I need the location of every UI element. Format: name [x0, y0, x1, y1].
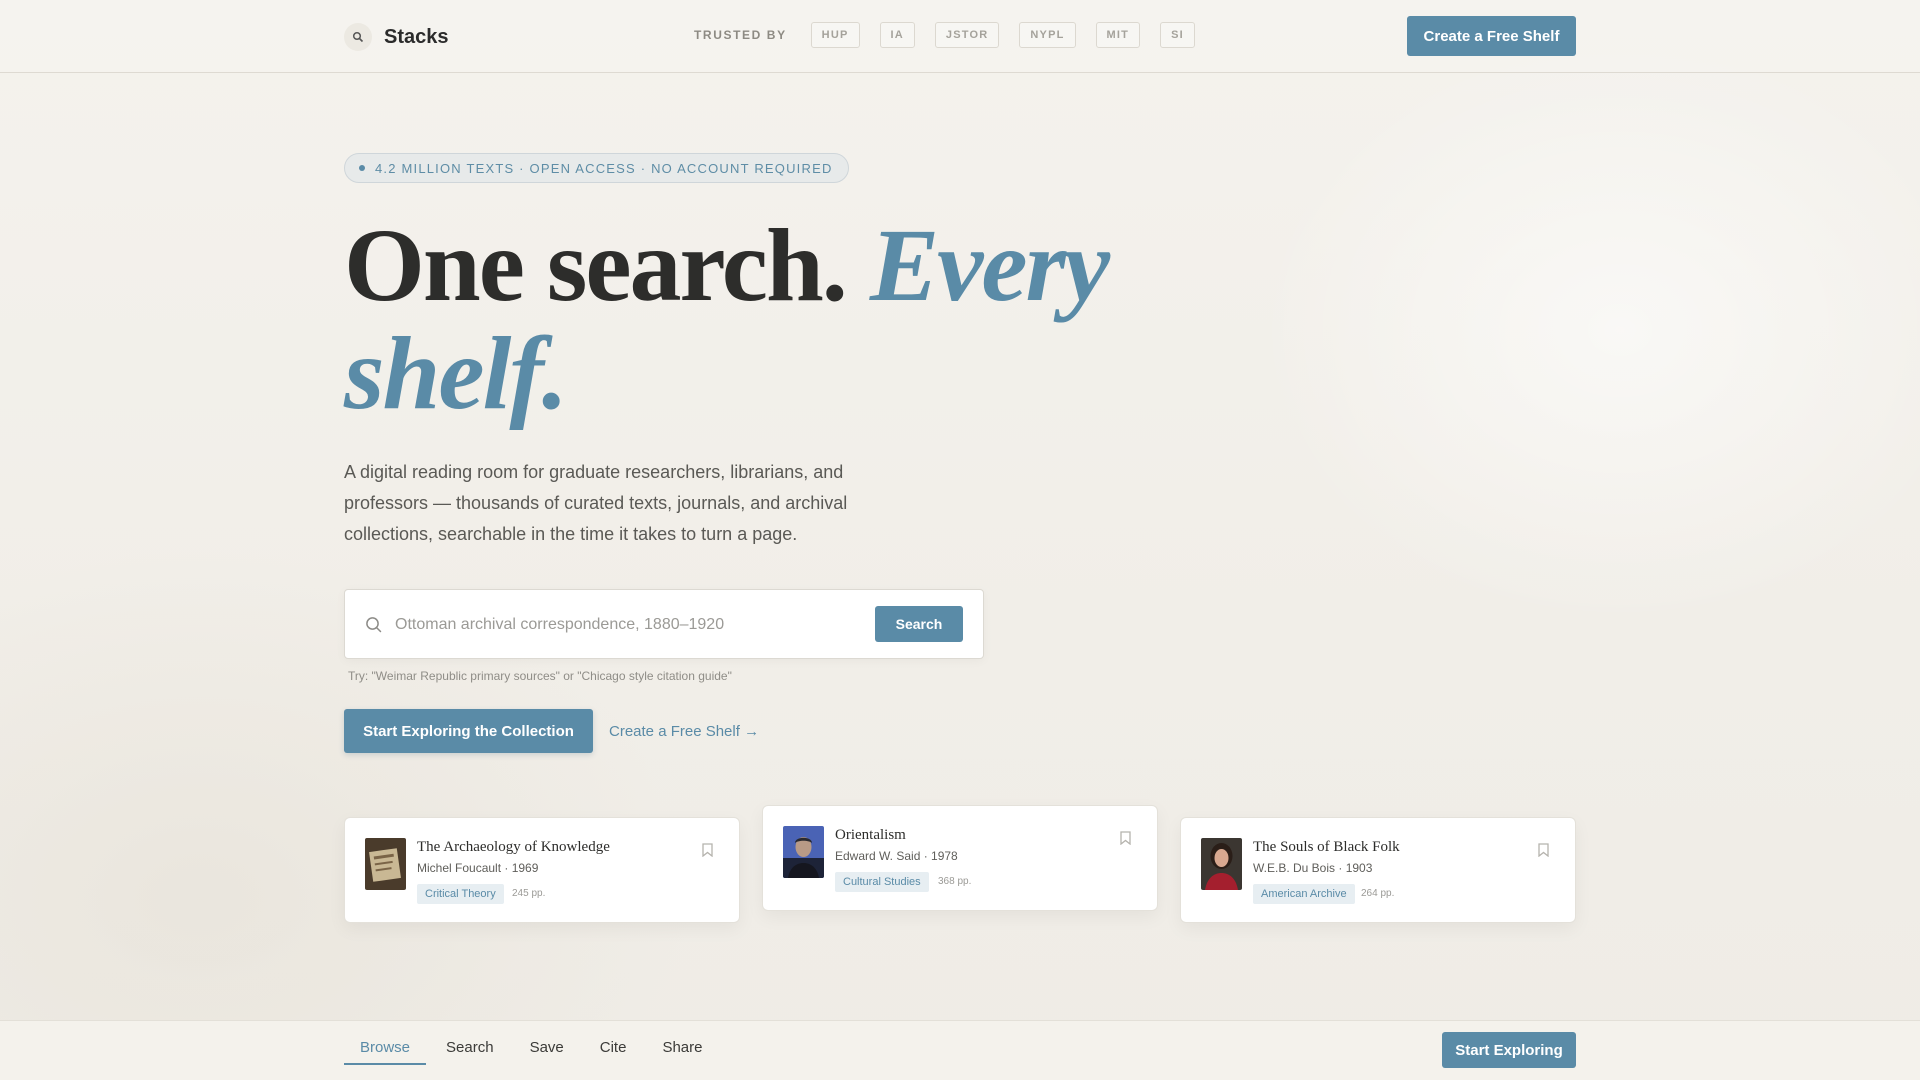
tab-save[interactable]: Save: [514, 1039, 580, 1065]
stats-pill: 4.2 MILLION TEXTS · OPEN ACCESS · NO ACC…: [344, 153, 849, 183]
tab-share[interactable]: Share: [646, 1039, 718, 1065]
book-meta: Michel Foucault · 1969: [417, 861, 539, 875]
brand-name: Stacks: [384, 25, 449, 48]
book-page-count: 245 pp.: [512, 888, 546, 899]
hero-headline: One search. Every shelf.: [344, 212, 1344, 428]
partner-logo-hup: HUP: [810, 22, 860, 48]
book-title: The Souls of Black Folk: [1253, 839, 1400, 855]
bookmark-icon[interactable]: [1120, 831, 1131, 850]
trusted-by-strip: TRUSTED BY HUP IA JSTOR NYPL MIT SI: [694, 22, 1215, 48]
bookmark-icon[interactable]: [702, 843, 713, 862]
tab-cite[interactable]: Cite: [584, 1039, 643, 1065]
partner-logo-jstor: JSTOR: [934, 22, 1000, 48]
bookmark-icon[interactable]: [1538, 843, 1549, 862]
author-portrait-thumbnail: [783, 826, 824, 878]
trusted-by-label: TRUSTED BY: [694, 28, 787, 42]
pill-dot-icon: [359, 165, 365, 171]
partner-logo-mit: MIT: [1095, 22, 1141, 48]
partner-logo-ia: IA: [879, 22, 915, 48]
book-meta: Edward W. Said · 1978: [835, 849, 958, 863]
search-icon: [365, 616, 383, 639]
book-card-orientalism[interactable]: Orientalism Edward W. Said · 1978 Cultur…: [762, 805, 1158, 911]
create-free-shelf-link[interactable]: Create a Free Shelf →: [609, 723, 759, 740]
book-cover-thumbnail: [365, 838, 406, 890]
book-page-count: 264 pp.: [1361, 888, 1395, 899]
hero-section: 4.2 MILLION TEXTS · OPEN ACCESS · NO ACC…: [344, 0, 1576, 1080]
book-category-tag[interactable]: Cultural Studies: [835, 872, 929, 892]
search-hint: Try: "Weimar Republic primary sources" o…: [348, 669, 732, 683]
start-exploring-collection-button[interactable]: Start Exploring the Collection: [344, 709, 593, 753]
author-portrait-thumbnail: [1201, 838, 1242, 890]
magnifier-logo-icon: [344, 23, 372, 51]
tab-browse[interactable]: Browse: [344, 1039, 427, 1065]
partner-logo-si: SI: [1160, 22, 1195, 48]
book-title: The Archaeology of Knowledge: [417, 839, 610, 855]
top-header: Stacks TRUSTED BY HUP IA JSTOR NYPL MIT …: [0, 0, 1920, 73]
start-exploring-button[interactable]: Start Exploring: [1442, 1032, 1576, 1068]
pill-text: 4.2 MILLION TEXTS · OPEN ACCESS · NO ACC…: [375, 160, 833, 176]
tab-search[interactable]: Search: [430, 1039, 510, 1065]
book-card-archaeology-of-knowledge[interactable]: The Archaeology of Knowledge Michel Fouc…: [344, 817, 740, 923]
hero-description: A digital reading room for graduate rese…: [344, 462, 848, 544]
book-page-count: 368 pp.: [938, 876, 972, 887]
search-input[interactable]: [395, 608, 865, 642]
brand[interactable]: Stacks: [344, 23, 449, 51]
bottom-navigation-bar: Browse Search Save Cite Share Start Expl…: [0, 1020, 1920, 1080]
book-title: Orientalism: [835, 827, 906, 843]
search-box: Search: [344, 589, 984, 659]
create-free-shelf-button[interactable]: Create a Free Shelf: [1407, 16, 1576, 56]
search-button[interactable]: Search: [875, 606, 963, 642]
bottom-tabs: Browse Search Save Cite Share: [344, 1039, 722, 1065]
book-category-tag[interactable]: American Archive: [1253, 884, 1355, 904]
headline-plain: One search.: [344, 208, 870, 323]
book-meta: W.E.B. Du Bois · 1903: [1253, 861, 1373, 875]
book-category-tag[interactable]: Critical Theory: [417, 884, 504, 904]
partner-logo-nypl: NYPL: [1019, 22, 1076, 48]
book-card-souls-of-black-folk[interactable]: The Souls of Black Folk W.E.B. Du Bois ·…: [1180, 817, 1576, 923]
